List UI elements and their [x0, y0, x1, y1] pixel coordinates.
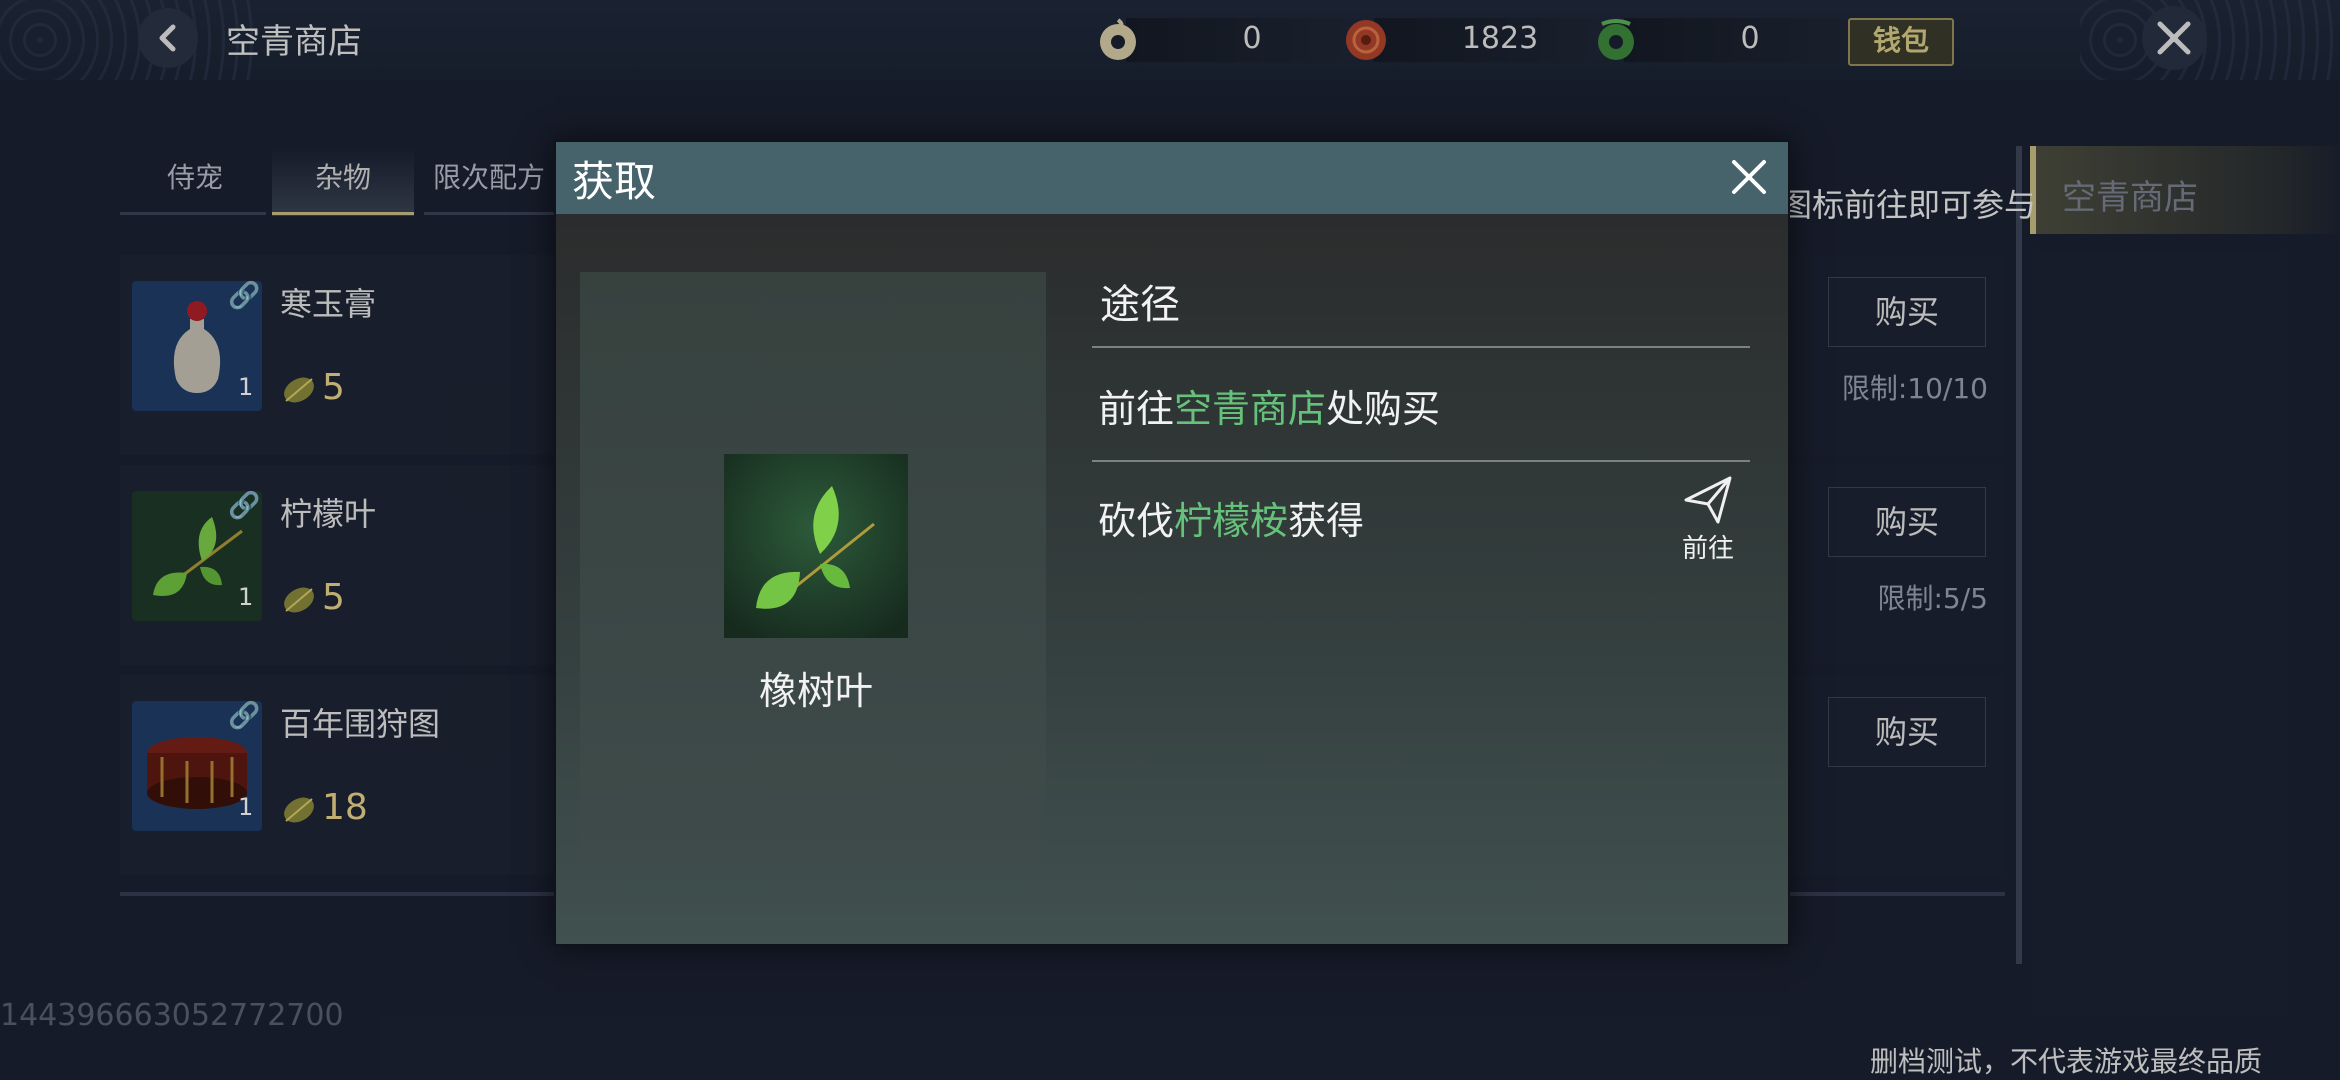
route-item-shop: 前往空青商店处购买 — [1098, 378, 1440, 433]
route-highlight: 柠檬桉 — [1174, 499, 1289, 543]
route-divider — [1092, 346, 1750, 348]
route-suffix: 处购买 — [1326, 387, 1441, 431]
route-suffix: 获得 — [1288, 499, 1365, 543]
dialog-header: 获取 — [556, 142, 1788, 214]
route-prefix: 前往 — [1098, 387, 1175, 431]
oak-leaf-icon — [724, 454, 908, 638]
go-label: 前往 — [1681, 534, 1734, 564]
close-icon[interactable] — [1724, 152, 1774, 202]
dialog-title: 获取 — [572, 157, 657, 206]
route-item-chop: 砍伐柠檬桉获得 — [1098, 490, 1364, 545]
go-button[interactable]: 前往 — [1668, 474, 1748, 564]
route-header: 途径 — [1100, 282, 1180, 328]
route-divider — [1092, 460, 1750, 462]
route-highlight: 空青商店 — [1174, 387, 1327, 431]
preview-item-name: 橡树叶 — [758, 669, 873, 713]
paper-plane-icon — [1684, 476, 1732, 524]
route-prefix: 砍伐 — [1098, 499, 1175, 543]
